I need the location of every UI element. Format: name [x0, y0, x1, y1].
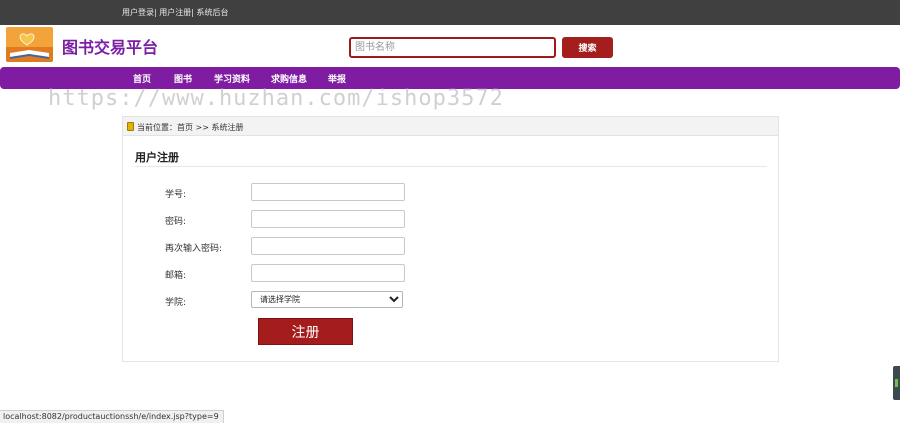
top-bar: 用户登录| 用户注册| 系统后台 [0, 0, 900, 25]
nav-item-home[interactable]: 首页 [133, 72, 151, 85]
side-panel-widget[interactable] [893, 366, 900, 400]
register-link[interactable]: 用户注册 [159, 8, 191, 17]
nav-item-wanted[interactable]: 求购信息 [271, 72, 307, 85]
register-submit-button[interactable]: 注册 [258, 318, 353, 345]
college-select[interactable]: 请选择学院 [251, 291, 403, 308]
book-logo-icon[interactable] [6, 27, 53, 62]
student-id-field[interactable] [251, 183, 405, 201]
nav-item-books[interactable]: 图书 [174, 72, 192, 85]
student-id-label: 学号: [165, 190, 187, 200]
register-panel: 当前位置：首页 >> 系统注册 用户注册 学号: 密码: 再次输入密码: 邮箱:… [122, 116, 779, 362]
title-divider [135, 166, 767, 167]
search-button[interactable]: 搜索 [562, 37, 613, 58]
location-icon [127, 122, 134, 131]
password-label: 密码: [165, 217, 187, 227]
password-field[interactable] [251, 210, 405, 228]
site-title[interactable]: 图书交易平台 [62, 34, 158, 58]
nav-item-materials[interactable]: 学习资料 [214, 72, 250, 85]
confirm-password-label: 再次输入密码: [165, 244, 223, 254]
login-link[interactable]: 用户登录 [122, 8, 154, 17]
email-label: 邮箱: [165, 271, 187, 281]
link-separator: | [154, 8, 157, 17]
header: 图书交易平台 搜索 [0, 25, 900, 67]
admin-link[interactable]: 系统后台 [197, 8, 229, 17]
status-url-bar: localhost:8082/productauctionssh/e/index… [0, 410, 224, 423]
nav-item-report[interactable]: 举报 [328, 72, 346, 85]
email-field[interactable] [251, 264, 405, 282]
widget-indicator-icon [895, 379, 898, 387]
form-title: 用户注册 [135, 151, 179, 164]
watermark-text: https://www.huzhan.com/ishop3572 [48, 86, 504, 111]
top-links: 用户登录| 用户注册| 系统后台 [122, 7, 229, 18]
breadcrumb-prefix: 当前位置： [137, 123, 177, 132]
link-separator: | [191, 8, 194, 17]
confirm-password-field[interactable] [251, 237, 405, 255]
breadcrumb: 当前位置：首页 >> 系统注册 [123, 117, 778, 136]
college-label: 学院: [165, 298, 187, 308]
breadcrumb-path: 首页 >> 系统注册 [177, 123, 244, 132]
book-search-input[interactable] [349, 37, 556, 58]
